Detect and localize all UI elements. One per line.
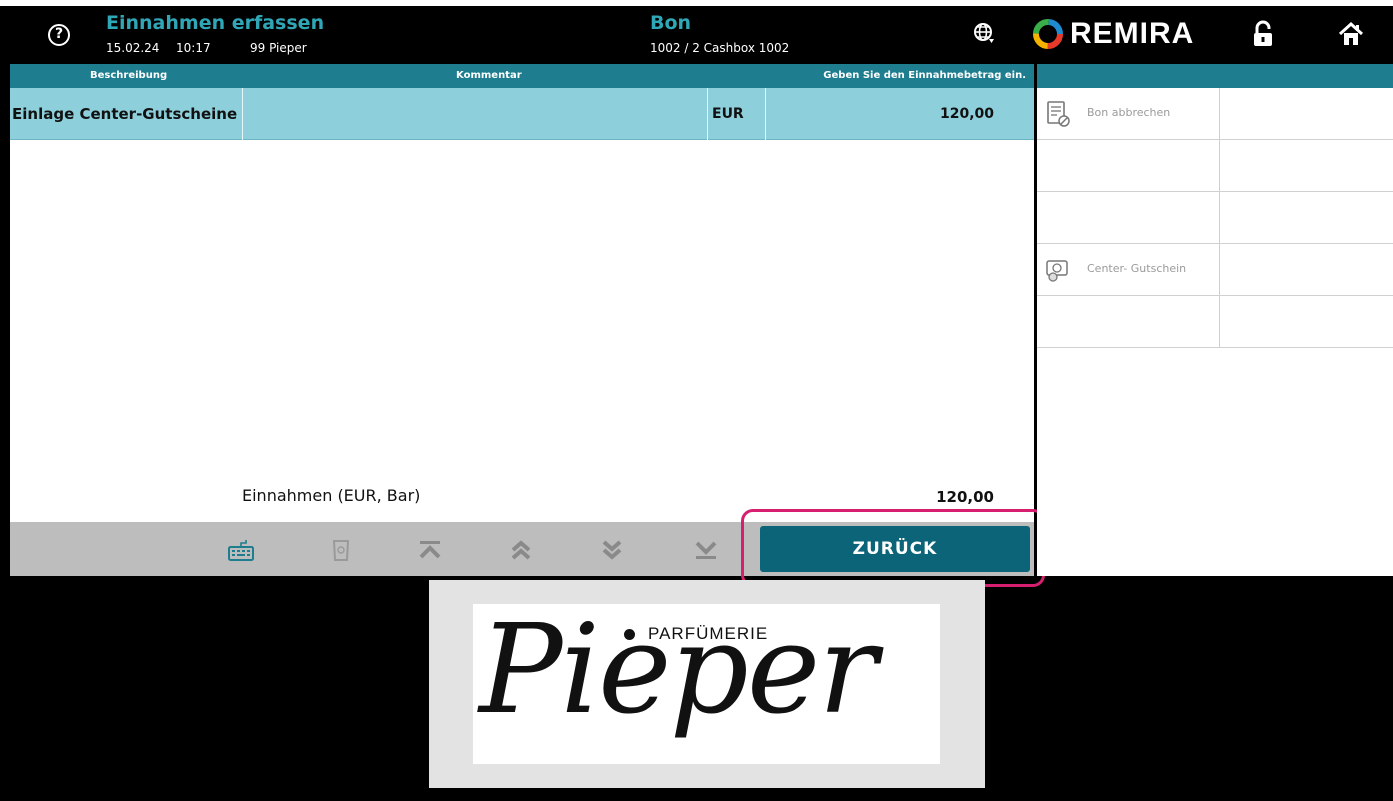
page-title: Einnahmen erfassen [106,12,325,34]
empty-function-button[interactable] [1220,296,1393,348]
empty-function-button[interactable] [1220,192,1393,244]
row-kommentar[interactable] [246,88,706,140]
cancel-receipt-label: Bon abbrechen [1087,106,1171,119]
voucher-icon [1046,260,1068,282]
column-divider [707,88,708,140]
bon-subtitle: 1002 / 2 Cashbox 1002 [650,41,790,55]
receipt-table: Beschreibung Kommentar Geben Sie den Ein… [10,64,1034,576]
center-voucher-button[interactable]: Center- Gutschein [1037,244,1220,296]
row-currency: EUR [712,106,744,122]
logo-script-text: Pieper [479,604,878,742]
cancel-receipt-icon [1047,101,1070,127]
remira-logo: REMIRA [1032,16,1194,52]
center-voucher-label: Center- Gutschein [1087,262,1187,275]
page-up-icon[interactable] [508,538,534,562]
column-divider [242,88,243,140]
column-header-kommentar: Kommentar [456,70,522,81]
summary-value: 120,00 [936,488,994,506]
globe-icon[interactable] [972,22,996,46]
brand-name: REMIRA [1070,17,1195,50]
header-date: 15.02.24 [106,41,160,55]
function-panel-header [1037,64,1393,88]
delete-icon[interactable] [328,538,354,562]
header-user: 99 Pieper [250,41,307,55]
page-down-icon[interactable] [599,538,625,562]
empty-function-button[interactable] [1220,88,1393,140]
row-beschreibung: Einlage Center-Gutscheine [12,105,238,123]
column-header-amount: Geben Sie den Einnahmebetrag ein. [823,70,1026,81]
pos-screen: ? Einnahmen erfassen 15.02.24 10:17 99 P… [0,0,1393,801]
empty-function-button[interactable] [1037,296,1220,348]
column-header-beschreibung: Beschreibung [90,70,168,81]
cancel-receipt-button[interactable]: Bon abbrechen [1037,88,1220,140]
table-header: Beschreibung Kommentar Geben Sie den Ein… [10,64,1034,88]
empty-function-button[interactable] [1220,244,1393,296]
home-icon[interactable] [1337,20,1365,48]
store-logo: PARFÜMERIE Pieper [473,604,940,764]
empty-function-button[interactable] [1220,140,1393,192]
first-page-icon[interactable] [417,538,443,562]
summary-label: Einnahmen (EUR, Bar) [242,486,421,505]
remira-logo-icon [1033,19,1063,49]
keyboard-icon[interactable] [228,538,254,562]
header-bar: ? Einnahmen erfassen 15.02.24 10:17 99 P… [10,6,1393,64]
column-divider [765,88,766,140]
last-page-icon[interactable] [693,538,719,562]
store-logo-frame: PARFÜMERIE Pieper [429,580,985,788]
highlight-frame [741,509,1045,587]
empty-function-button[interactable] [1037,140,1220,192]
bon-title: Bon [650,12,692,34]
help-icon[interactable]: ? [48,24,70,46]
function-panel: Bon abbrechen Center- Gutschein [1037,64,1393,576]
header-time: 10:17 [176,41,211,55]
table-row[interactable]: Einlage Center-Gutscheine EUR 120,00 [10,88,1034,140]
row-amount[interactable]: 120,00 [940,88,994,140]
lock-icon[interactable] [1250,20,1276,48]
empty-function-button[interactable] [1037,192,1220,244]
